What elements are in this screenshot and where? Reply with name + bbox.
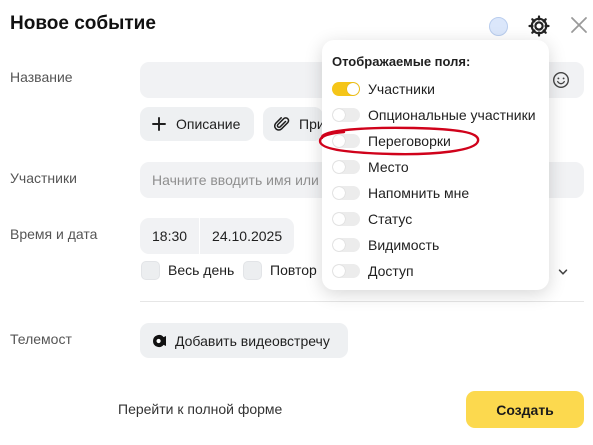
time-input[interactable]: 18:30	[140, 218, 199, 254]
add-video-meeting-button[interactable]: Добавить видеовстречу	[140, 323, 348, 358]
toggle-knob	[333, 135, 345, 147]
create-button[interactable]: Создать	[466, 391, 584, 428]
field-toggle-label: Переговорки	[368, 133, 451, 149]
smile-icon[interactable]	[552, 71, 570, 89]
section-divider	[140, 301, 584, 302]
toggle-knob	[347, 83, 359, 95]
field-toggle-remind-me[interactable]: Напомнить мне	[332, 183, 469, 203]
field-toggle-access[interactable]: Доступ	[332, 261, 414, 281]
field-toggle-label: Опциональные участники	[368, 107, 536, 123]
repeat-checkbox[interactable]	[243, 261, 262, 280]
field-toggle-label: Статус	[368, 211, 413, 227]
datetime-label: Время и дата	[10, 226, 98, 242]
full-form-link[interactable]: Перейти к полной форме	[118, 401, 282, 417]
chevron-down-icon[interactable]	[557, 265, 569, 277]
telemost-icon	[151, 333, 167, 349]
add-video-meeting-label: Добавить видеовстречу	[175, 332, 330, 349]
date-input[interactable]: 24.10.2025	[200, 218, 294, 254]
participants-placeholder: Начните вводить имя или	[152, 172, 319, 188]
add-description-button[interactable]: Описание	[140, 107, 254, 141]
field-toggle-label: Доступ	[368, 263, 414, 279]
field-toggle-label: Место	[368, 159, 409, 175]
plus-icon	[151, 116, 167, 132]
fields-popover: Отображаемые поля: Участники Опциональны…	[322, 40, 549, 290]
datetime-field[interactable]: 18:30 24.10.2025	[140, 218, 295, 254]
add-description-label: Описание	[176, 116, 241, 132]
field-toggle-status[interactable]: Статус	[332, 209, 412, 229]
field-toggle-label: Участники	[368, 81, 435, 97]
field-toggle-place[interactable]: Место	[332, 157, 409, 177]
name-label: Название	[10, 69, 73, 85]
toggle-knob	[333, 213, 345, 225]
all-day-label: Весь день	[168, 262, 235, 278]
field-toggle-rooms[interactable]: Переговорки	[332, 131, 451, 151]
toggle-knob	[333, 265, 345, 277]
toggle-knob	[333, 161, 345, 173]
repeat-label: Повтор	[270, 262, 317, 278]
field-toggle-label: Видимость	[368, 237, 440, 253]
toggle-knob	[333, 187, 345, 199]
toggle-knob	[333, 239, 345, 251]
paperclip-icon	[274, 116, 290, 132]
toggle-switch[interactable]	[332, 160, 360, 174]
avatar-dot-icon[interactable]	[489, 17, 508, 36]
attach-label: При	[299, 116, 323, 132]
field-toggle-label: Напомнить мне	[368, 185, 470, 201]
telemost-label: Телемост	[10, 331, 72, 347]
gear-icon[interactable]	[527, 14, 551, 38]
toggle-knob	[333, 109, 345, 121]
toggle-switch[interactable]	[332, 238, 360, 252]
toggle-switch[interactable]	[332, 264, 360, 278]
toggle-switch[interactable]	[332, 212, 360, 226]
toggle-switch[interactable]	[332, 186, 360, 200]
toggle-switch[interactable]	[332, 134, 360, 148]
field-toggle-visibility[interactable]: Видимость	[332, 235, 439, 255]
attach-button[interactable]: При	[263, 107, 323, 141]
participants-label: Участники	[10, 170, 77, 186]
field-toggle-optional-participants[interactable]: Опциональные участники	[332, 105, 536, 125]
page-title: Новое событие	[10, 13, 156, 34]
toggle-switch[interactable]	[332, 82, 360, 96]
close-icon[interactable]	[569, 15, 589, 35]
toggle-switch[interactable]	[332, 108, 360, 122]
fields-popover-title: Отображаемые поля:	[332, 54, 471, 69]
all-day-checkbox[interactable]	[141, 261, 160, 280]
field-toggle-participants[interactable]: Участники	[332, 79, 435, 99]
